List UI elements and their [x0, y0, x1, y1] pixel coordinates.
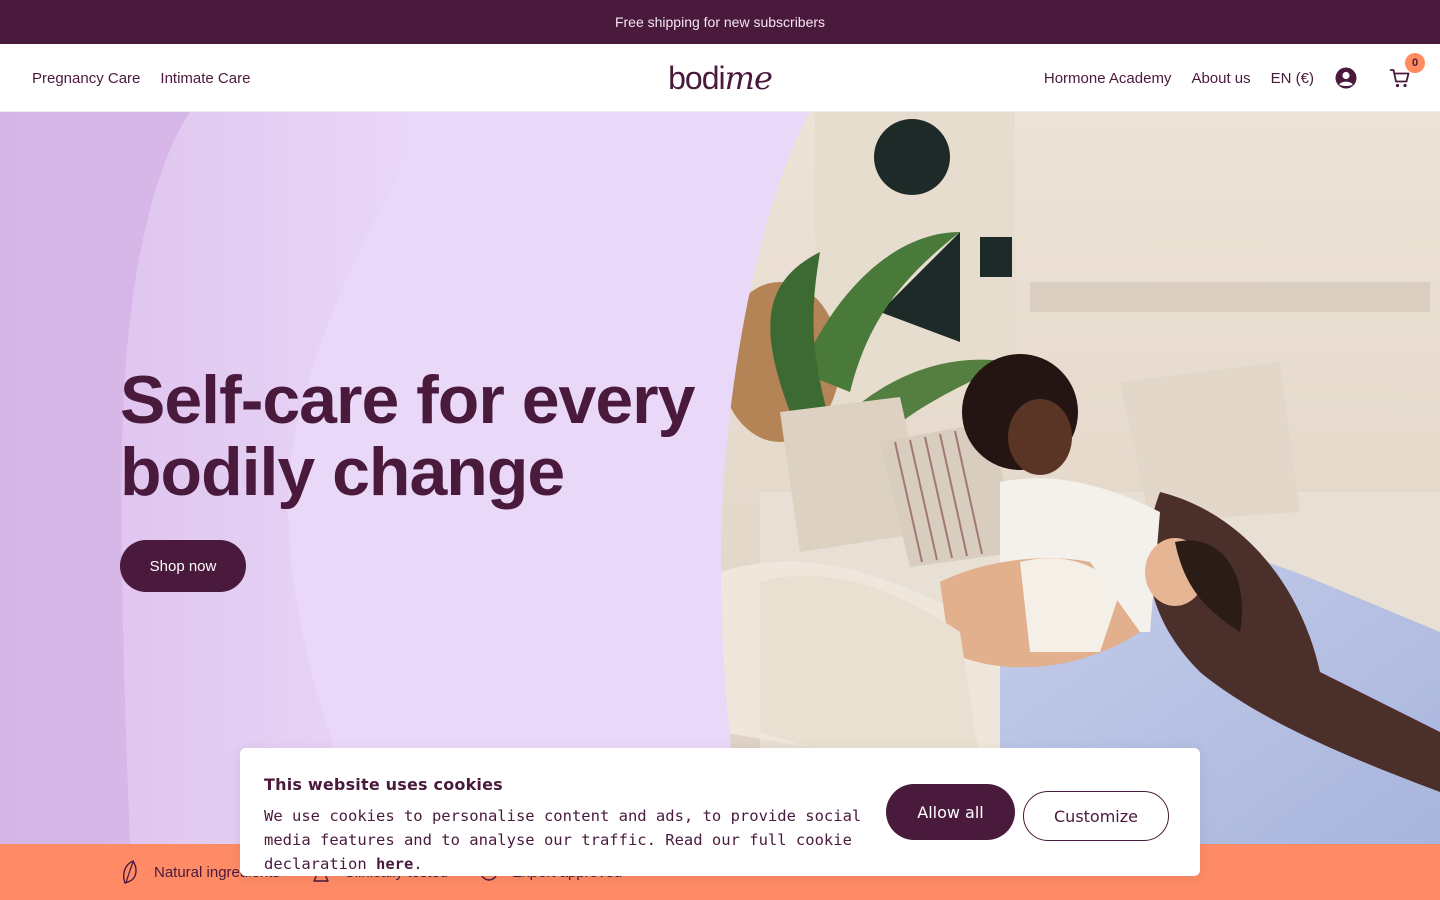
nav-link-about-us[interactable]: About us: [1191, 70, 1250, 87]
site-header: Pregnancy Care Intimate Care bodi me Horm…: [0, 44, 1440, 112]
customize-cookies-button[interactable]: Customize: [1023, 791, 1169, 841]
cookie-banner-text-end: .: [413, 855, 423, 873]
cart-button[interactable]: 0: [1388, 53, 1425, 90]
cart-count-badge: 0: [1405, 53, 1425, 73]
cookie-declaration-link[interactable]: here: [376, 855, 413, 873]
cookie-banner-title: This website uses cookies: [264, 775, 503, 794]
nav-link-pregnancy-care[interactable]: Pregnancy Care: [32, 70, 140, 87]
announcement-text: Free shipping for new subscribers: [614, 14, 826, 30]
announcement-bar: Free shipping for new subscribers: [0, 0, 1440, 44]
nav-link-intimate-care[interactable]: Intimate Care: [160, 70, 250, 87]
cookie-banner-text: We use cookies to personalise content an…: [264, 804, 864, 876]
secondary-nav: Hormone Academy About us EN (€) 0: [1044, 44, 1425, 112]
hero-section: Self-care for every bodily change Shop n…: [0, 112, 1440, 844]
shop-now-button[interactable]: Shop now: [120, 540, 246, 592]
logo-text-part1: bodi: [668, 59, 725, 96]
leaf-icon: [123, 860, 137, 884]
hero-title-line1: Self-care for every: [120, 362, 695, 438]
user-circle-icon: [1335, 67, 1357, 89]
language-currency-selector[interactable]: EN (€): [1271, 70, 1314, 87]
cookie-consent-banner: This website uses cookies We use cookies…: [240, 748, 1200, 876]
primary-nav: Pregnancy Care Intimate Care: [32, 44, 250, 112]
hero-title-line2: bodily change: [120, 434, 565, 510]
account-button[interactable]: [1334, 66, 1358, 90]
logo-text-part2: me: [724, 59, 773, 97]
cookie-banner-body: We use cookies to personalise content an…: [264, 807, 862, 873]
nav-link-hormone-academy[interactable]: Hormone Academy: [1044, 70, 1172, 87]
allow-all-cookies-button[interactable]: Allow all: [886, 784, 1015, 840]
hero-title: Self-care for every bodily change: [120, 364, 740, 508]
